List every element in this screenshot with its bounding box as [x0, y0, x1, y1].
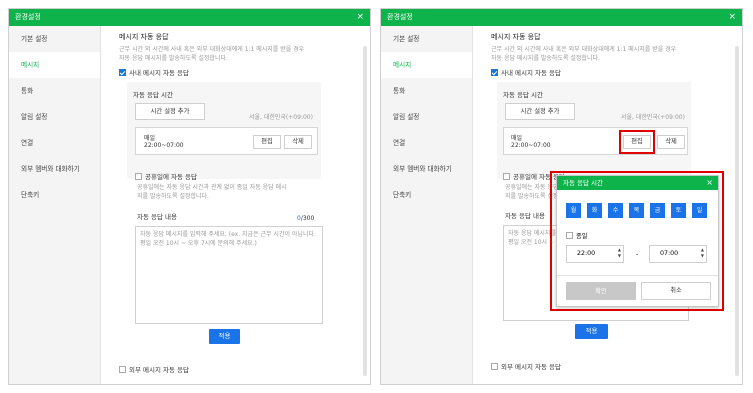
day-button-tue[interactable]: 화	[587, 203, 602, 218]
section-description-line1: 근무 시간 외 시간에 사내 혹은 외부 대화상대에게 1:1 메시지를 받을 …	[119, 46, 305, 53]
reply-content-title: 자동 응답 내용	[137, 213, 178, 221]
start-time-input[interactable]: 22:00 ▲ ▼	[566, 245, 624, 263]
cancel-button[interactable]: 취소	[641, 282, 711, 300]
section-title: 메시지 자동 응답	[119, 33, 169, 41]
day-button-thu[interactable]: 목	[629, 203, 644, 218]
holiday-auto-reply-label: 공휴일에 자동 응답	[145, 173, 197, 181]
delete-button[interactable]: 삭제	[657, 135, 685, 149]
sidebar-item-message[interactable]: 메시지	[381, 52, 472, 78]
checkbox-unchecked-icon[interactable]	[491, 363, 498, 370]
external-auto-reply-label: 외부 메시지 자동 응답	[501, 363, 562, 371]
start-time-stepper[interactable]: ▲ ▼	[618, 247, 621, 259]
window-title: 환경설정	[387, 13, 413, 21]
schedule-title: 자동 응답 시간	[503, 91, 544, 99]
dialog-title: 자동 응답 시간	[563, 179, 604, 187]
end-time-value: 07:00	[660, 250, 679, 257]
holiday-description-line1: 공휴일에는 자동 응답 시간과 관계 없이 종일 자동 응답 메시	[137, 184, 287, 191]
add-time-button[interactable]: 시간 설정 추가	[135, 103, 205, 120]
section-description-line2: 자동 응답 메시지를 발송하도록 설정합니다.	[491, 55, 600, 62]
external-auto-reply-checkbox[interactable]: 외부 메시지 자동 응답	[491, 361, 561, 371]
start-time-value: 22:00	[577, 250, 596, 257]
settings-sidebar: 기본 설정 메시지 통화 알림 설정 연결 외부 멤버와 대화하기 단축키	[9, 26, 101, 384]
timezone-label: 서울, 대한민국(+09:00)	[621, 114, 685, 121]
internal-auto-reply-label: 사내 메시지 자동 응답	[129, 69, 190, 77]
schedule-title: 자동 응답 시간	[133, 91, 174, 99]
window-titlebar: 환경설정 ×	[381, 9, 742, 26]
settings-sidebar: 기본 설정 메시지 통화 알림 설정 연결 외부 멤버와 대화하기 단축키	[381, 26, 473, 384]
external-auto-reply-label: 외부 메시지 자동 응답	[129, 366, 190, 374]
add-time-button[interactable]: 시간 설정 추가	[505, 103, 575, 120]
sidebar-item-shortcuts[interactable]: 단축키	[9, 182, 100, 208]
close-icon[interactable]: ×	[706, 176, 713, 190]
day-button-fri[interactable]: 금	[650, 203, 665, 218]
holiday-description-line2: 지를 발송하도록 설정합니다.	[137, 193, 209, 200]
sidebar-item-connection[interactable]: 연결	[381, 130, 472, 156]
sidebar-item-notifications[interactable]: 알림 설정	[9, 104, 100, 130]
confirm-button[interactable]: 확인	[566, 282, 636, 300]
internal-auto-reply-checkbox[interactable]: 사내 메시지 자동 응답	[491, 67, 561, 77]
timezone-label: 서울, 대한민국(+09:00)	[249, 114, 313, 121]
checkbox-checked-icon[interactable]	[119, 69, 126, 76]
window-title: 환경설정	[15, 13, 41, 21]
section-description-line1: 근무 시간 외 시간에 사내 혹은 외부 대화상대에게 1:1 메시지를 받을 …	[491, 46, 677, 53]
edit-button[interactable]: 편집	[253, 135, 281, 149]
all-day-label: 종일	[576, 233, 588, 240]
sidebar-item-external-members[interactable]: 외부 멤버와 대화하기	[9, 156, 100, 182]
apply-button[interactable]: 적용	[575, 324, 608, 339]
day-button-wed[interactable]: 수	[608, 203, 623, 218]
dialog-divider	[557, 275, 718, 276]
auto-reply-time-dialog: 자동 응답 시간 × 월 화 수 목 금 토 일 종일 22:00 ▲ ▼ - 0…	[556, 175, 719, 307]
checkbox-checked-icon[interactable]	[491, 69, 498, 76]
vertical-scrollbar[interactable]	[363, 46, 367, 376]
internal-auto-reply-label: 사내 메시지 자동 응답	[501, 69, 562, 77]
close-icon[interactable]: ×	[728, 9, 736, 26]
settings-content: 메시지 자동 응답 근무 시간 외 시간에 사내 혹은 외부 대화상대에게 1:…	[101, 26, 370, 384]
char-counter: 0/300	[297, 215, 314, 222]
apply-button[interactable]: 적용	[209, 329, 240, 344]
sidebar-item-message[interactable]: 메시지	[9, 52, 100, 78]
all-day-checkbox[interactable]: 종일	[566, 231, 588, 240]
end-time-input[interactable]: 07:00 ▲ ▼	[649, 245, 707, 263]
auto-reply-message-input[interactable]: 자동 응답 메시지를 입력해 주세요. (ex. 지금은 근무 시간이 아닙니다…	[135, 226, 323, 324]
delete-button[interactable]: 삭제	[284, 135, 312, 149]
dialog-titlebar: 자동 응답 시간 ×	[557, 176, 718, 190]
close-icon[interactable]: ×	[356, 9, 364, 26]
sidebar-item-basic[interactable]: 기본 설정	[381, 26, 472, 52]
sidebar-item-call[interactable]: 통화	[381, 78, 472, 104]
day-button-sat[interactable]: 토	[671, 203, 686, 218]
schedule-days: 매일	[511, 135, 523, 142]
window-titlebar: 환경설정 ×	[9, 9, 370, 26]
checkbox-unchecked-icon[interactable]	[119, 366, 126, 373]
checkbox-unchecked-icon[interactable]	[135, 173, 142, 180]
sidebar-item-basic[interactable]: 기본 설정	[9, 26, 100, 52]
section-description-line2: 자동 응답 메시지를 발송하도록 설정합니다.	[119, 55, 228, 62]
sidebar-item-shortcuts[interactable]: 단축키	[381, 182, 472, 208]
schedule-time: 22:00~07:00	[144, 142, 184, 149]
vertical-scrollbar[interactable]	[735, 46, 739, 376]
sidebar-item-connection[interactable]: 연결	[9, 130, 100, 156]
char-count-max: /300	[300, 215, 315, 222]
external-auto-reply-checkbox[interactable]: 외부 메시지 자동 응답	[119, 364, 189, 374]
settings-window-left: 환경설정 × 기본 설정 메시지 통화 알림 설정 연결 외부 멤버와 대화하기…	[8, 8, 371, 385]
end-time-stepper[interactable]: ▲ ▼	[701, 247, 704, 259]
sidebar-item-notifications[interactable]: 알림 설정	[381, 104, 472, 130]
edit-button-highlight	[619, 130, 655, 154]
reply-content-title: 자동 응답 내용	[505, 212, 546, 220]
day-button-mon[interactable]: 월	[566, 203, 581, 218]
internal-auto-reply-checkbox[interactable]: 사내 메시지 자동 응답	[119, 67, 189, 77]
holiday-auto-reply-checkbox[interactable]: 공휴일에 자동 응답	[135, 171, 197, 181]
schedule-time: 22:00~07:00	[511, 142, 551, 149]
sidebar-item-call[interactable]: 통화	[9, 78, 100, 104]
settings-window-right: 환경설정 × 기본 설정 메시지 통화 알림 설정 연결 외부 멤버와 대화하기…	[380, 8, 743, 385]
section-title: 메시지 자동 응답	[491, 33, 541, 41]
sidebar-item-external-members[interactable]: 외부 멤버와 대화하기	[381, 156, 472, 182]
time-separator: -	[636, 250, 639, 258]
schedule-days: 매일	[144, 135, 156, 142]
day-button-sun[interactable]: 일	[692, 203, 707, 218]
checkbox-unchecked-icon[interactable]	[503, 173, 510, 180]
checkbox-unchecked-icon[interactable]	[566, 232, 573, 239]
